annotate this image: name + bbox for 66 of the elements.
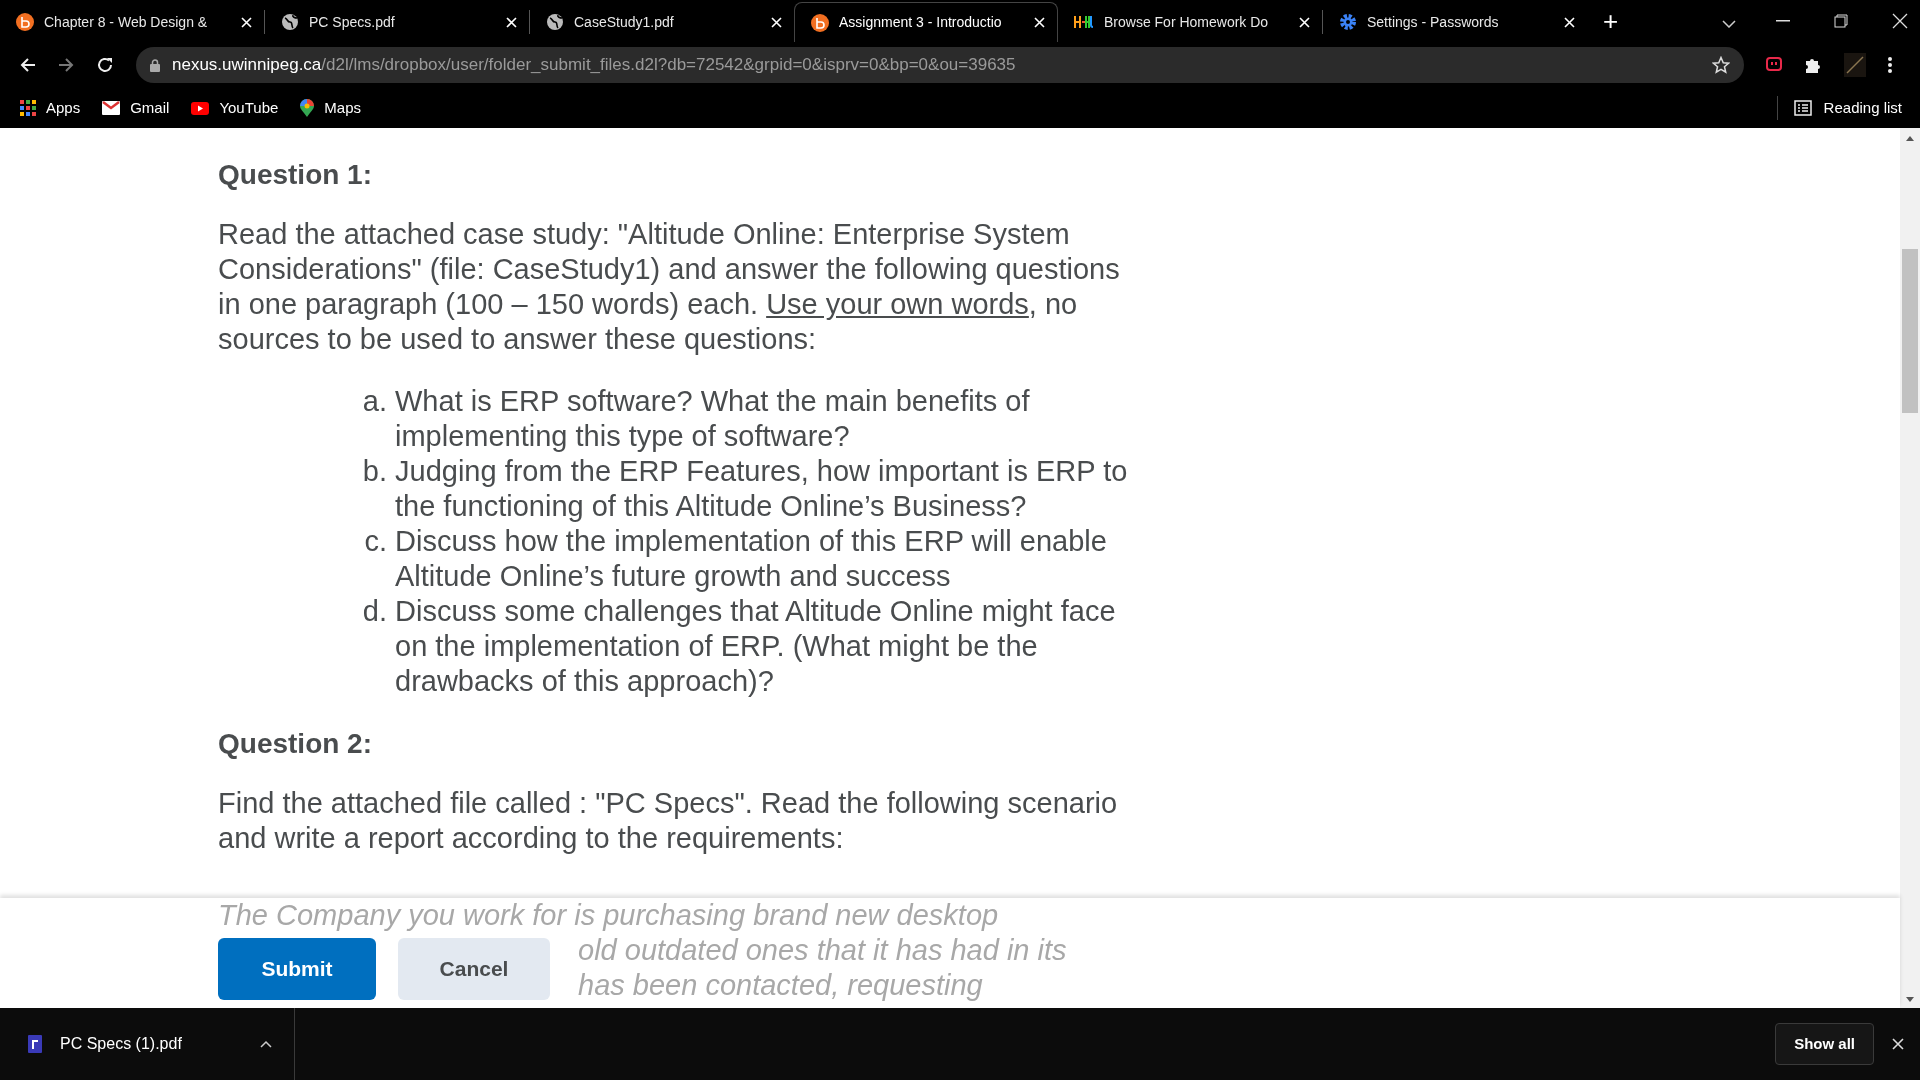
colorful-letters-logo-icon: [1074, 15, 1094, 29]
url-text: nexus.uwinnipeg.ca/d2l/lms/dropbox/user/folder_submit_files.d2l?db=72542&grpid=0&isprv=0&bp=0&ou=39635: [172, 54, 1016, 77]
puzzle-icon[interactable]: [1804, 56, 1822, 74]
mail-icon: [102, 101, 121, 115]
close-icon[interactable]: [1892, 13, 1908, 29]
bookmark-link[interactable]: Maps: [300, 96, 361, 120]
faded-scenario-text: The Company you work for is purchasing brand new desktop: [218, 898, 999, 933]
reading-list-icon: [1793, 100, 1812, 116]
menu-icon[interactable]: [1888, 57, 1892, 73]
new-tab-button[interactable]: +: [1603, 8, 1619, 34]
download-filename: PC Specs (1).pdf: [60, 1034, 182, 1054]
bookmark-link[interactable]: Apps: [20, 96, 81, 120]
minimize-icon[interactable]: [1776, 20, 1790, 22]
back-icon[interactable]: [20, 57, 36, 73]
restore-icon[interactable]: [1834, 14, 1848, 28]
address-bar[interactable]: nexus.uwinnipeg.ca/d2l/lms/dropbox/user/folder_submit_files.d2l?db=72542&grpid=0&isprv=0&bp=0&ou=39635: [136, 47, 1744, 83]
faded-scenario-text: has been contacted, requesting: [578, 968, 983, 1003]
list-marker: b.: [361, 454, 388, 489]
tab-title: Settings - Passwords: [1367, 12, 1499, 32]
reading-list-button[interactable]: Reading list: [1793, 96, 1902, 120]
list-marker: d.: [361, 594, 388, 629]
question-paragraph: Find the attached file called : "PC Specs". Read the following scenario and write a report according to the requirements:: [218, 786, 1119, 856]
tab-title: Browse For Homework Do: [1104, 12, 1269, 32]
lock-icon: [150, 58, 160, 72]
brightspace-logo-icon: [16, 13, 34, 31]
tab-search-icon[interactable]: [1722, 20, 1736, 28]
faded-scenario-text: old outdated ones that it has had in its: [578, 933, 1067, 968]
tab-title: CaseStudy1.pdf: [574, 12, 674, 32]
apps-grid-icon: [20, 100, 36, 116]
map-pin-icon: [300, 99, 315, 117]
globe-icon: [281, 13, 299, 31]
question-heading: Question 1:: [218, 158, 373, 192]
download-item[interactable]: PC Specs (1).pdf: [0, 1008, 295, 1080]
instruction-link[interactable]: Use your own words: [766, 288, 1029, 320]
tab-title: Assignment 3 - Introductio: [839, 13, 1002, 32]
question-item: What is ERP software? What the main benefits of implementing this type of software?: [394, 384, 1031, 454]
submit-button[interactable]: Submit: [218, 938, 376, 1000]
play-icon: [191, 101, 210, 115]
pdf-file-icon: [28, 1035, 42, 1053]
browser-tab[interactable]: Assignment 3 - Introductio: [794, 2, 1058, 42]
settings-icon: [1339, 13, 1357, 31]
show-all-button[interactable]: Show all: [1775, 1023, 1874, 1065]
chevron-up-icon[interactable]: [260, 1040, 272, 1048]
scrollbar[interactable]: [1900, 128, 1920, 1008]
globe-icon: [546, 13, 564, 31]
question-heading: Question 2:: [218, 727, 373, 761]
scroll-up-icon[interactable]: [1906, 136, 1914, 141]
forward-icon[interactable]: [58, 57, 74, 73]
question-item: Discuss some challenges that Altitude Online might face on the implementation of ERP. (What might be the drawbacks of this approach)?: [394, 594, 1117, 699]
reload-icon[interactable]: [96, 56, 114, 74]
question-item: Judging from the ERP Features, how important is ERP to the functioning of this Altitude Online’s Business?: [394, 454, 1129, 524]
bookmark-link[interactable]: YouTube: [191, 96, 279, 120]
list-marker: c.: [363, 524, 388, 559]
star-icon[interactable]: [1712, 56, 1730, 74]
close-icon[interactable]: [1892, 1038, 1904, 1050]
extension-icon[interactable]: [1766, 57, 1782, 73]
scroll-thumb[interactable]: [1902, 249, 1918, 413]
scroll-down-icon[interactable]: [1906, 997, 1914, 1002]
bookmark-link[interactable]: Gmail: [102, 96, 170, 120]
tab-title: Chapter 8 - Web Design &: [44, 12, 208, 32]
tab-title: PC Specs.pdf: [309, 12, 395, 32]
cancel-button[interactable]: Cancel: [398, 938, 550, 1000]
brightspace-logo-icon: [811, 13, 829, 32]
profile-signature-icon[interactable]: [1844, 53, 1866, 77]
question-paragraph: Read the attached case study: "Altitude Online: Enterprise System Considerations" (file: CaseStudy1) and answer the following questions in one paragraph (100 – 150 words) each. Use your own words, no sources to be used to answer these questions:: [218, 217, 1121, 357]
list-marker: a.: [361, 384, 388, 419]
